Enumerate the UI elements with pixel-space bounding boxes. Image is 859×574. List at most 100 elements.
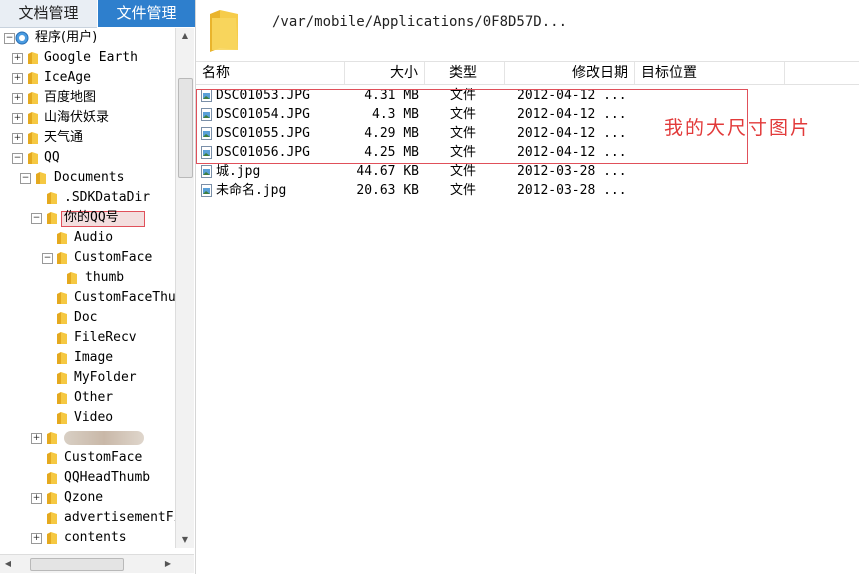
folder-icon (47, 432, 57, 444)
folder-icon (28, 132, 38, 144)
folder-icon (57, 292, 67, 304)
folder-icon (28, 152, 38, 164)
file-size: 20.63 KB (356, 183, 419, 198)
file-list-panel: /var/mobile/Applications/0F8D57D... 名称 大… (196, 0, 859, 574)
file-modified: 2012-04-12 ... (517, 126, 627, 141)
tree-item-label: CustomFace (64, 450, 143, 465)
tree-item-label: CustomFace (74, 250, 153, 265)
folder-icon (57, 312, 67, 324)
collapse-icon[interactable]: − (20, 173, 31, 184)
file-modified: 2012-03-28 ... (517, 183, 627, 198)
folder-tree: − 程序(用户) + Google Earth + IceAge + 百度地图 + 山海伏妖录… (0, 28, 175, 548)
scroll-down-arrow-icon[interactable]: ▼ (176, 532, 194, 548)
tree-item-label: IceAge (44, 70, 91, 85)
blurred-label (64, 431, 144, 445)
expand-icon[interactable]: + (31, 433, 42, 444)
expand-icon[interactable]: + (12, 53, 23, 64)
tree-item-label: QQ (44, 150, 60, 165)
tree-item-label: .SDKDataDir (64, 190, 151, 205)
folder-icon (36, 172, 46, 184)
tab-bar: 文档管理 文件管理 (0, 0, 195, 28)
folder-icon (47, 532, 57, 544)
column-size[interactable]: 大小 (345, 62, 425, 84)
file-size: 4.29 MB (364, 126, 419, 141)
folder-icon (47, 512, 57, 524)
folder-icon (47, 472, 57, 484)
tree-vertical-scrollbar[interactable]: ▲ ▼ (175, 28, 194, 548)
file-type: 文件 (450, 88, 477, 103)
scroll-up-arrow-icon[interactable]: ▲ (176, 28, 194, 44)
file-type: 文件 (450, 126, 477, 141)
file-type: 文件 (450, 107, 477, 122)
expand-icon[interactable]: + (31, 533, 42, 544)
tree-item-label: Video (74, 410, 114, 425)
file-row[interactable]: DSC01053.JPG 4.31 MB 文件 2012-04-12 ... (196, 86, 859, 105)
file-name: DSC01056.JPG (216, 145, 310, 160)
folder-icon (47, 492, 57, 504)
file-row[interactable]: DSC01056.JPG 4.25 MB 文件 2012-04-12 ... (196, 143, 859, 162)
file-type: 文件 (450, 164, 477, 179)
image-file-icon (201, 89, 212, 102)
folder-icon (57, 392, 67, 404)
column-name[interactable]: 名称 (196, 62, 345, 84)
file-row[interactable]: 未命名.jpg 20.63 KB 文件 2012-03-28 ... (196, 181, 859, 200)
file-type: 文件 (450, 145, 477, 160)
large-folder-icon (210, 10, 238, 52)
tree-item-label: Documents (54, 170, 125, 185)
file-name: DSC01053.JPG (216, 88, 310, 103)
collapse-icon[interactable]: − (4, 33, 15, 44)
image-file-icon (201, 146, 212, 159)
folder-icon (57, 232, 67, 244)
tree-item-label: 山海伏妖录 (44, 110, 110, 125)
collapse-icon[interactable]: − (12, 153, 23, 164)
folder-icon (28, 92, 38, 104)
column-target[interactable]: 目标位置 (635, 62, 785, 84)
tree-item-label: Doc (74, 310, 98, 325)
folder-icon (57, 412, 67, 424)
file-name: DSC01055.JPG (216, 126, 310, 141)
folder-icon (28, 72, 38, 84)
tree-horizontal-scrollbar[interactable]: ◀ ▶ (0, 554, 194, 573)
tree-item-label: Audio (74, 230, 114, 245)
scroll-left-arrow-icon[interactable]: ◀ (0, 555, 16, 573)
column-type[interactable]: 类型 (425, 62, 505, 84)
scroll-thumb[interactable] (178, 78, 193, 178)
left-panel: 文档管理 文件管理 − 程序(用户) + Google Earth + IceAge +… (0, 0, 196, 574)
expand-icon[interactable]: + (12, 133, 23, 144)
tab-document-management[interactable]: 文档管理 (0, 0, 97, 28)
tree-item-label: MyFolder (74, 370, 137, 385)
file-name: DSC01054.JPG (216, 107, 310, 122)
hscroll-thumb[interactable] (30, 558, 124, 571)
file-size: 4.3 MB (372, 107, 419, 122)
tree-item-label: contents (64, 530, 127, 545)
file-row[interactable]: 城.jpg 44.67 KB 文件 2012-03-28 ... (196, 162, 859, 181)
file-size: 4.31 MB (364, 88, 419, 103)
column-header: 名称 大小 类型 修改日期 目标位置 (196, 61, 859, 85)
expand-icon[interactable]: + (12, 93, 23, 104)
scroll-right-arrow-icon[interactable]: ▶ (160, 555, 176, 573)
tab-file-management[interactable]: 文件管理 (98, 0, 195, 27)
annotation-text: 我的大尺寸图片 (664, 117, 812, 139)
file-modified: 2012-04-12 ... (517, 145, 627, 160)
tree-item-label: Image (74, 350, 114, 365)
folder-icon (57, 252, 67, 264)
current-path: /var/mobile/Applications/0F8D57D... (272, 14, 568, 30)
file-name: 城.jpg (216, 164, 261, 179)
tree-root-label: 程序(用户) (35, 30, 98, 45)
path-bar: /var/mobile/Applications/0F8D57D... (196, 0, 859, 60)
image-file-icon (201, 108, 212, 121)
file-type: 文件 (450, 183, 477, 198)
tree-item-label: Other (74, 390, 114, 405)
folder-icon (47, 452, 57, 464)
folder-icon (28, 52, 38, 64)
expand-icon[interactable]: + (12, 113, 23, 124)
expand-icon[interactable]: + (12, 73, 23, 84)
collapse-icon[interactable]: − (42, 253, 53, 264)
expand-icon[interactable]: + (31, 493, 42, 504)
tree-item-label: 百度地图 (44, 90, 97, 105)
folder-icon (47, 212, 57, 224)
image-file-icon (201, 127, 212, 140)
collapse-icon[interactable]: − (31, 213, 42, 224)
file-modified: 2012-03-28 ... (517, 164, 627, 179)
column-modified[interactable]: 修改日期 (505, 62, 635, 84)
